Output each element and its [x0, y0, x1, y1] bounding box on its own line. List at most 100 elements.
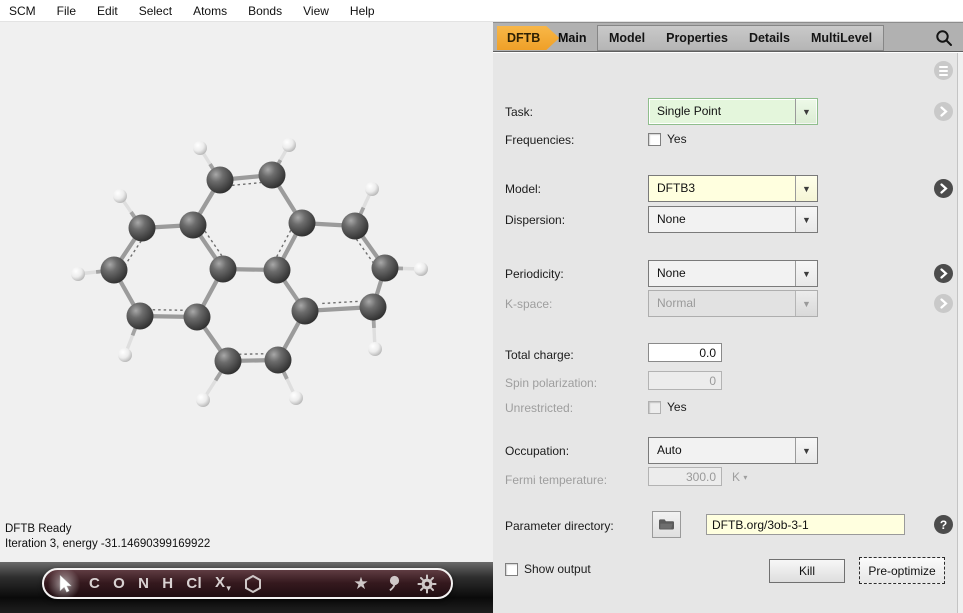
tab-dftb[interactable]: DFTB: [497, 26, 559, 50]
dftb-main-panel: Task: Single Point ▼ Frequencies: Yes Mo…: [493, 53, 963, 613]
element-button-c[interactable]: C: [89, 570, 100, 597]
carbon-atom[interactable]: [210, 256, 237, 283]
parameter-directory-input[interactable]: [706, 514, 905, 535]
element-button-o[interactable]: O: [113, 570, 125, 597]
carbon-atom[interactable]: [101, 257, 128, 284]
element-button-n[interactable]: N: [138, 570, 149, 597]
dispersion-dropdown[interactable]: None ▼: [648, 206, 818, 233]
task-dropdown[interactable]: Single Point ▼: [648, 98, 818, 125]
model-dropdown[interactable]: DFTB3 ▼: [648, 175, 818, 202]
molecule-3d-model[interactable]: [0, 22, 493, 562]
preoptimize-button[interactable]: Pre-optimize: [859, 557, 945, 584]
fermi-temperature-input: [648, 467, 722, 486]
folder-icon: [658, 518, 675, 531]
structures-tool-button[interactable]: ★: [351, 574, 371, 594]
combo-arrow-icon[interactable]: ▼: [795, 261, 817, 286]
tab-details[interactable]: Details: [749, 31, 790, 45]
combo-arrow-icon[interactable]: ▼: [795, 176, 817, 201]
menu-item-file[interactable]: File: [57, 4, 76, 18]
dispersion-value: None: [649, 207, 795, 232]
hydrogen-atom[interactable]: [113, 189, 127, 203]
show-output-checkbox[interactable]: [505, 563, 518, 576]
fermi-temperature-label: Fermi temperature:: [505, 473, 607, 487]
combo-arrow-icon[interactable]: ▼: [795, 207, 817, 232]
model-value: DFTB3: [649, 176, 795, 201]
kspace-dropdown: Normal ▼: [648, 290, 818, 317]
browse-directory-button[interactable]: [652, 511, 681, 538]
search-icon[interactable]: [935, 29, 953, 47]
hydrogen-atom[interactable]: [414, 262, 428, 276]
element-button-cl[interactable]: Cl: [186, 570, 202, 597]
periodicity-detail-button[interactable]: [934, 264, 953, 283]
frequencies-checkbox-label: Yes: [667, 132, 687, 146]
hydrogen-atom[interactable]: [71, 267, 85, 281]
settings-tool-button[interactable]: [417, 574, 437, 594]
help-button[interactable]: ?: [934, 515, 953, 534]
carbon-atom[interactable]: [127, 303, 154, 330]
tab-properties[interactable]: Properties: [666, 31, 728, 45]
tab-multilevel[interactable]: MultiLevel: [811, 31, 872, 45]
carbon-atom[interactable]: [265, 347, 292, 374]
model-label: Model:: [505, 182, 541, 196]
spin-polarization-input: [648, 371, 722, 390]
carbon-atom[interactable]: [259, 162, 286, 189]
carbon-atom[interactable]: [207, 167, 234, 194]
carbon-atom[interactable]: [372, 255, 399, 282]
hydrogen-atom[interactable]: [289, 391, 303, 405]
ring-tool-button[interactable]: [243, 574, 263, 594]
hydrogen-atom[interactable]: [368, 342, 382, 356]
chevron-right-icon: [938, 106, 949, 117]
question-mark-icon: ?: [940, 519, 947, 531]
occupation-dropdown[interactable]: Auto ▼: [648, 437, 818, 464]
occupation-label: Occupation:: [505, 444, 569, 458]
menu-item-view[interactable]: View: [303, 4, 329, 18]
carbon-atom[interactable]: [129, 215, 156, 242]
carbon-atom[interactable]: [292, 298, 319, 325]
hydrogen-atom[interactable]: [118, 348, 132, 362]
select-tool-button[interactable]: [52, 572, 76, 596]
carbon-atom[interactable]: [180, 212, 207, 239]
menu-item-select[interactable]: Select: [139, 4, 172, 18]
frequencies-checkbox[interactable]: [648, 133, 661, 146]
chevron-right-icon: [938, 183, 949, 194]
tab-main[interactable]: Main: [558, 26, 586, 50]
carbon-atom[interactable]: [360, 294, 387, 321]
scroll-gutter[interactable]: [957, 53, 963, 613]
combo-arrow-icon[interactable]: ▼: [795, 99, 817, 124]
carbon-atom[interactable]: [289, 210, 316, 237]
menu-item-atoms[interactable]: Atoms: [193, 4, 227, 18]
search-structure-button[interactable]: [384, 574, 404, 594]
menu-item-bonds[interactable]: Bonds: [248, 4, 282, 18]
element-button-x[interactable]: X▾: [215, 569, 230, 598]
molecule-viewport[interactable]: DFTB Ready Iteration 3, energy -31.14690…: [0, 22, 493, 613]
periodicity-dropdown[interactable]: None ▼: [648, 260, 818, 287]
task-value: Single Point: [649, 99, 795, 124]
task-label: Task:: [505, 105, 533, 119]
atom-toolbar: C O N H Cl X▾ ★: [42, 568, 453, 599]
periodicity-value: None: [649, 261, 795, 286]
tab-model[interactable]: Model: [609, 31, 645, 45]
element-button-h[interactable]: H: [162, 570, 173, 597]
combo-arrow-icon: ▼: [795, 291, 817, 316]
kill-button[interactable]: Kill: [769, 559, 845, 583]
hydrogen-atom[interactable]: [196, 393, 210, 407]
hydrogen-atom[interactable]: [193, 141, 207, 155]
hexagon-icon: [243, 574, 263, 594]
panel-menu-button: [934, 61, 953, 80]
model-detail-button[interactable]: [934, 179, 953, 198]
menu-item-edit[interactable]: Edit: [97, 4, 118, 18]
status-area: DFTB Ready Iteration 3, energy -31.14690…: [5, 522, 210, 552]
hydrogen-atom[interactable]: [282, 138, 296, 152]
carbon-atom[interactable]: [342, 213, 369, 240]
gear-icon: [417, 574, 437, 594]
carbon-atom[interactable]: [264, 257, 291, 284]
menu-item-help[interactable]: Help: [350, 4, 375, 18]
parameter-directory-label: Parameter directory:: [505, 519, 614, 533]
menu-item-scm[interactable]: SCM: [9, 4, 36, 18]
hydrogen-atom[interactable]: [365, 182, 379, 196]
total-charge-input[interactable]: [648, 343, 722, 362]
carbon-atom[interactable]: [184, 304, 211, 331]
carbon-atom[interactable]: [215, 348, 242, 375]
combo-arrow-icon[interactable]: ▼: [795, 438, 817, 463]
kspace-label: K-space:: [505, 297, 552, 311]
